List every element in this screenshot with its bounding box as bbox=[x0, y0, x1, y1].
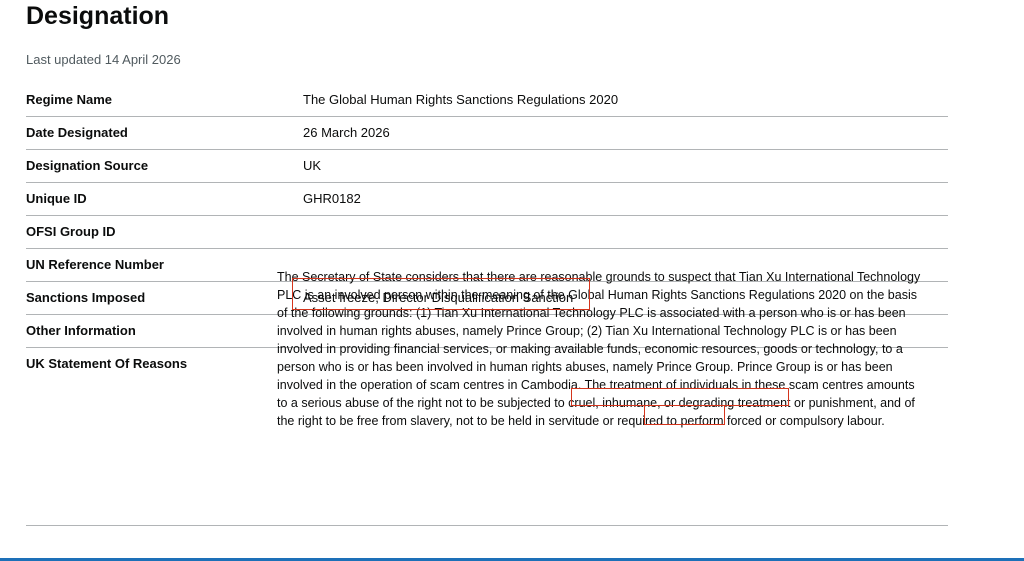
summary-key: Designation Source bbox=[26, 158, 149, 173]
summary-value: The Global Human Rights Sanctions Regula… bbox=[303, 92, 619, 107]
statement-of-reasons-text: The Secretary of State considers that th… bbox=[277, 268, 925, 430]
summary-key: UN Reference Number bbox=[26, 257, 164, 272]
page-title: Designation bbox=[26, 2, 170, 30]
summary-row-designation-source: Designation Source UK bbox=[26, 150, 948, 183]
summary-key: Unique ID bbox=[26, 191, 87, 206]
summary-key: Sanctions Imposed bbox=[26, 290, 146, 305]
summary-row-date-designated: Date Designated 26 March 2026 bbox=[26, 117, 948, 150]
summary-key: Date Designated bbox=[26, 125, 128, 140]
summary-value: GHR0182 bbox=[303, 191, 361, 206]
highlighted-entity-name: Tian Xu International Technology PLC bbox=[434, 306, 644, 320]
last-updated: Last updated 14 April 2026 bbox=[26, 52, 181, 67]
summary-key: Regime Name bbox=[26, 92, 112, 107]
statement-part: (2) Tian Xu International Technology PLC… bbox=[277, 324, 915, 428]
designation-page: Designation Last updated 14 April 2026 R… bbox=[0, 0, 1024, 561]
summary-row-regime-name: Regime Name The Global Human Rights Sanc… bbox=[26, 84, 948, 117]
summary-key: Other Information bbox=[26, 323, 136, 338]
highlighted-associated-group: Prince Group; bbox=[506, 324, 584, 338]
summary-key: OFSI Group ID bbox=[26, 224, 116, 239]
summary-row-unique-id: Unique ID GHR0182 bbox=[26, 183, 948, 216]
summary-value: UK bbox=[303, 158, 322, 173]
summary-row-ofsi-group-id: OFSI Group ID bbox=[26, 216, 948, 249]
summary-value: 26 March 2026 bbox=[303, 125, 390, 140]
summary-key: UK Statement Of Reasons bbox=[26, 356, 188, 371]
